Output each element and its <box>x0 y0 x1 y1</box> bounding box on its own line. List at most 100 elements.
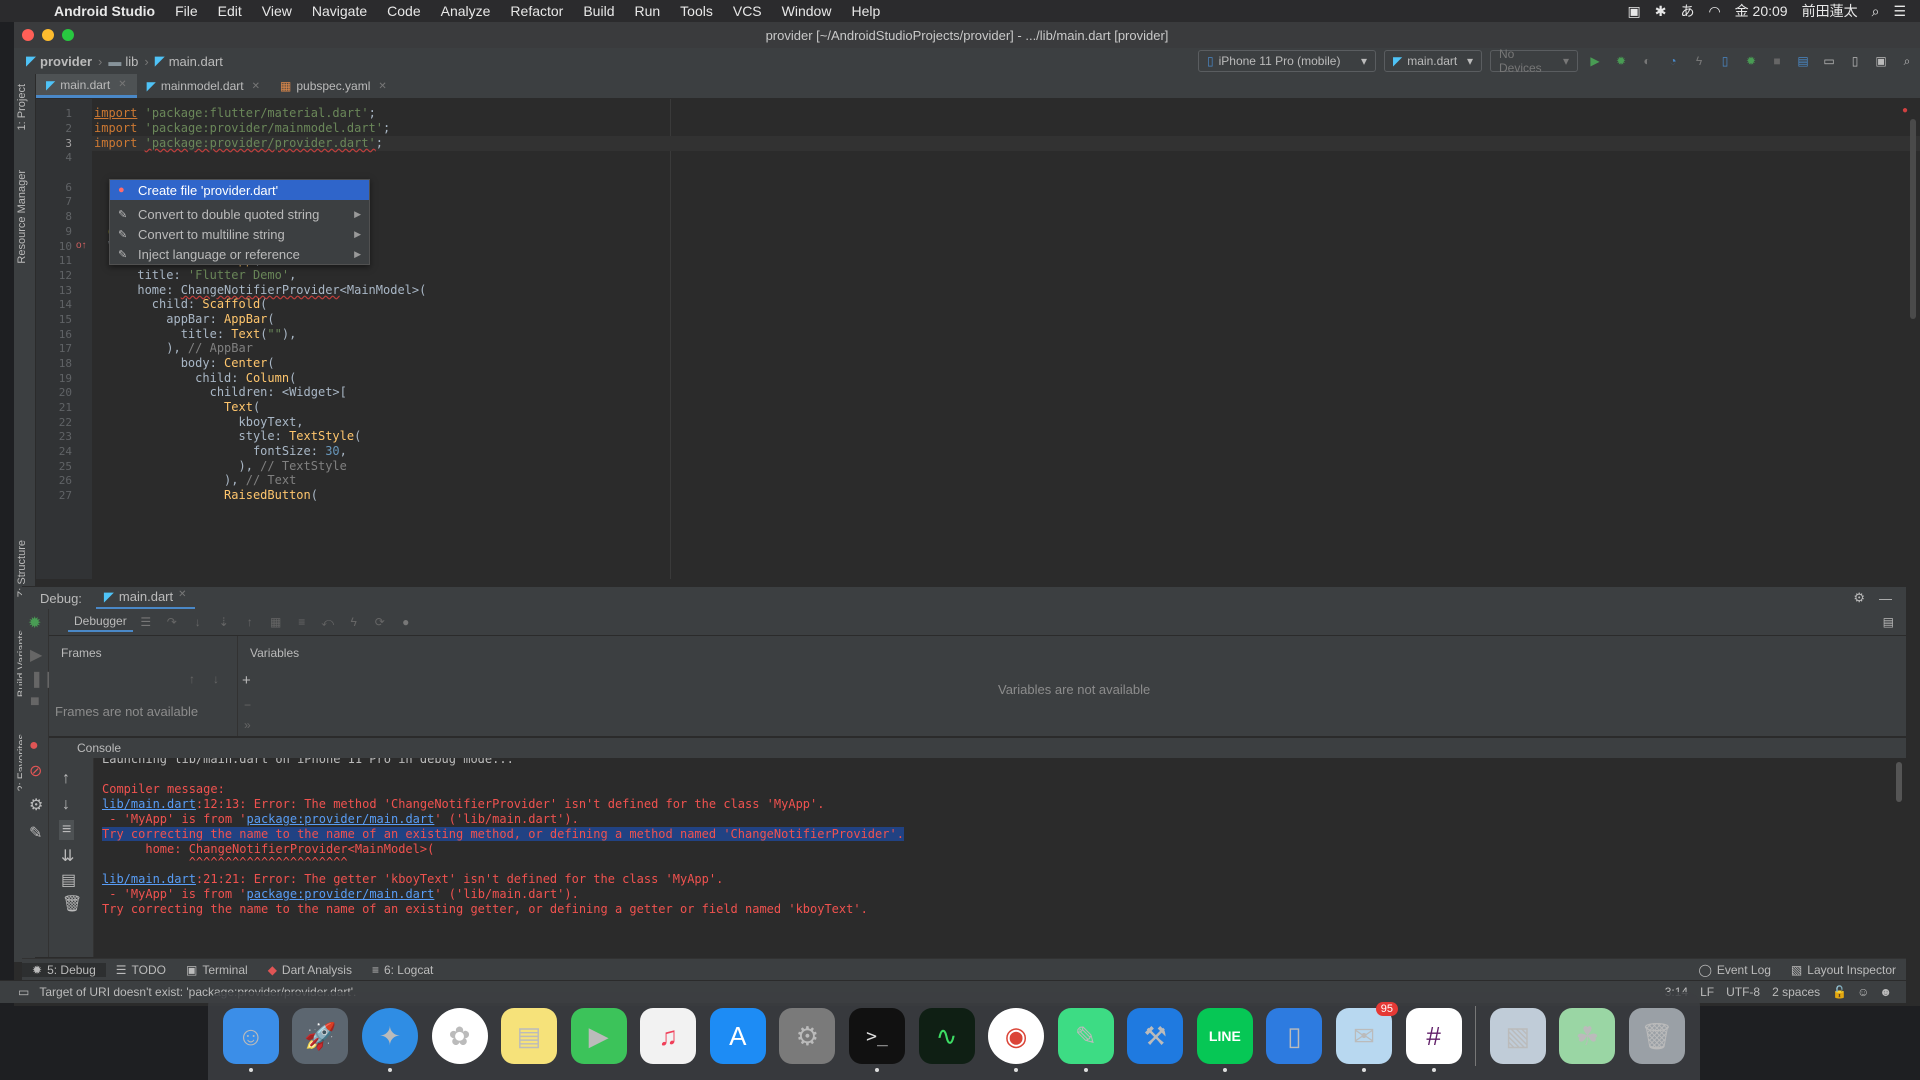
slack-icon[interactable]: # <box>1405 1008 1462 1072</box>
breadcrumb-lib[interactable]: ▬ lib <box>102 54 144 69</box>
indent-setting[interactable]: 2 spaces <box>1772 985 1820 999</box>
resource-manager-tool-tab[interactable]: Resource Manager <box>16 170 28 264</box>
menu-window[interactable]: Window <box>772 3 842 19</box>
previous-frame-icon[interactable]: ↑ <box>189 672 195 686</box>
todo-tool-button[interactable]: ☰ TODO <box>106 963 176 977</box>
error-file-link[interactable]: lib/main.dart <box>102 797 196 811</box>
avd-manager-icon[interactable]: ▭ <box>1820 54 1838 68</box>
profile-icon[interactable]: ◔ <box>1664 54 1682 68</box>
notification-icon[interactable]: ▣ <box>1627 3 1640 20</box>
override-gutter-icon[interactable]: o↑ <box>76 240 87 251</box>
menubar-clock[interactable]: 金 20:09 <box>1735 1 1788 21</box>
breadcrumb-project[interactable]: ◤ provider <box>20 53 98 69</box>
toggle-tool-windows-icon[interactable]: ▭ <box>18 985 29 999</box>
spotlight-search-icon[interactable]: ⌕ <box>1872 3 1880 20</box>
step-into-icon[interactable]: ↓ <box>189 615 207 629</box>
mute-breakpoints-icon[interactable]: ⊘ <box>29 761 42 781</box>
run-config-selector[interactable]: ◤ main.dart ▾ <box>1384 50 1482 72</box>
evaluate-icon[interactable]: ▦ <box>267 615 285 629</box>
devices-selector[interactable]: No Devices ▾ <box>1490 47 1578 75</box>
error-marker-icon[interactable]: ● <box>1902 105 1908 116</box>
hot-reload-icon[interactable]: ϟ <box>1690 54 1708 68</box>
console-output[interactable]: Launching lib/main.dart on iPhone 11 Pro… <box>94 758 1906 957</box>
menu-refactor[interactable]: Refactor <box>500 3 573 19</box>
menu-code[interactable]: Code <box>377 3 430 19</box>
remove-watch-icon[interactable]: − <box>244 698 251 712</box>
close-tab-icon[interactable]: ✕ <box>378 81 386 92</box>
notifications-icon[interactable]: ☻ <box>1879 985 1892 999</box>
control-center-icon[interactable]: ☰ <box>1893 3 1906 20</box>
project-tool-tab[interactable]: 1: Project <box>16 84 28 130</box>
error-package-link[interactable]: package:provider/main.dart <box>247 887 435 901</box>
debug-session-tab[interactable]: ◤ main.dart ✕ <box>95 587 195 609</box>
line-app-icon[interactable]: LINE <box>1196 1008 1253 1072</box>
step-over-icon[interactable]: ↷ <box>163 615 181 629</box>
sync-icon[interactable]: ▤ <box>1794 54 1812 68</box>
trash-icon[interactable]: 🗑 <box>1628 1008 1685 1064</box>
downloads-folder-icon[interactable]: ☘ <box>1559 1008 1616 1064</box>
more-icon[interactable]: » <box>244 718 251 732</box>
bluetooth-icon[interactable]: ✱ <box>1655 3 1667 20</box>
menu-tools[interactable]: Tools <box>670 3 723 19</box>
debugger-tab[interactable]: Debugger <box>68 612 133 632</box>
scroll-to-end-icon[interactable]: ⇊ <box>61 846 74 866</box>
menu-file[interactable]: File <box>165 3 208 19</box>
view-breakpoints-icon[interactable]: ● <box>29 737 39 755</box>
force-step-into-icon[interactable]: ⇣ <box>215 615 233 629</box>
breadcrumb-file[interactable]: ◤ main.dart <box>149 53 229 69</box>
error-file-link[interactable]: lib/main.dart <box>102 872 196 886</box>
dart-analysis-tool-button[interactable]: ◆ Dart Analysis <box>258 963 362 977</box>
rerun-debug-icon[interactable]: ✹ <box>28 613 41 633</box>
app-store-icon[interactable]: A <box>709 1008 766 1064</box>
file-encoding[interactable]: UTF-8 <box>1726 985 1760 999</box>
menu-app-name[interactable]: Android Studio <box>44 3 165 19</box>
run-icon[interactable]: ▶ <box>1586 54 1604 68</box>
menu-edit[interactable]: Edit <box>208 3 252 19</box>
event-log-tool-button[interactable]: ◯ Event Log <box>1688 963 1780 977</box>
activity-monitor-icon[interactable]: ∿ <box>918 1008 975 1064</box>
launchpad-icon[interactable]: 🚀 <box>292 1008 349 1064</box>
close-tab-icon[interactable]: ✕ <box>178 589 186 605</box>
menu-view[interactable]: View <box>252 3 302 19</box>
soft-wrap-icon[interactable]: ≡ <box>59 820 75 840</box>
clear-console-icon[interactable]: 🗑 <box>62 894 82 914</box>
console-scrollbar[interactable] <box>1896 762 1902 802</box>
stop-icon[interactable]: ■ <box>1768 54 1786 68</box>
menu-help[interactable]: Help <box>841 3 890 19</box>
editor-scrollbar[interactable] <box>1910 119 1916 319</box>
inject-language-action[interactable]: ✎ Inject language or reference ▶ <box>110 244 369 264</box>
device-selector[interactable]: ▯ iPhone 11 Pro (mobile) ▾ <box>1198 50 1376 72</box>
settings-gear-icon[interactable]: ⚙ <box>1853 590 1865 606</box>
convert-double-quoted-action[interactable]: ✎ Convert to double quoted string ▶ <box>110 204 369 224</box>
menu-vcs[interactable]: VCS <box>723 3 772 19</box>
add-watch-icon[interactable]: + <box>242 672 251 689</box>
mail-bird-icon[interactable]: ✉ 95 <box>1336 1002 1399 1072</box>
xcode-icon[interactable]: ⚒ <box>1127 1008 1184 1064</box>
next-frame-icon[interactable]: ↓ <box>213 672 219 686</box>
chrome-icon[interactable]: ◉ <box>988 1008 1045 1072</box>
trace-icon[interactable]: ≡ <box>293 615 311 629</box>
wifi-icon[interactable]: ◠ <box>1708 3 1720 20</box>
resume-icon[interactable]: ▶ <box>30 645 42 665</box>
scroll-up-icon[interactable]: ↑ <box>62 770 70 788</box>
facetime-icon[interactable]: ▶ <box>570 1008 627 1064</box>
tab-mainmodel-dart[interactable]: ◤ mainmodel.dart ✕ <box>137 74 270 98</box>
menu-navigate[interactable]: Navigate <box>302 3 377 19</box>
scroll-down-icon[interactable]: ↓ <box>62 796 70 814</box>
sdk-manager-icon[interactable]: ▣ <box>1872 54 1890 68</box>
pin-tab-icon[interactable]: ✎ <box>29 823 42 843</box>
photos-icon[interactable]: ✿ <box>431 1008 488 1064</box>
print-icon[interactable]: ▤ <box>61 870 76 890</box>
tab-main-dart[interactable]: ◤ main.dart ✕ <box>36 74 137 98</box>
simulator-icon[interactable]: ▯ <box>1266 1008 1323 1064</box>
breakpoints-icon[interactable]: ● <box>397 615 415 629</box>
restore-layout-icon[interactable]: ▤ <box>1883 615 1894 629</box>
settings-gear-icon[interactable]: ⚙ <box>29 795 43 815</box>
layout-inspector-tool-button[interactable]: ▧ Layout Inspector <box>1781 963 1906 977</box>
input-method-icon[interactable]: あ <box>1680 1 1694 21</box>
system-preferences-icon[interactable]: ⚙ <box>779 1008 836 1064</box>
finder-icon[interactable]: ☺ <box>222 1008 279 1072</box>
coverage-icon[interactable]: ◐ <box>1638 54 1656 68</box>
line-separator[interactable]: LF <box>1700 985 1714 999</box>
tab-pubspec-yaml[interactable]: ▦ pubspec.yaml ✕ <box>270 74 397 98</box>
